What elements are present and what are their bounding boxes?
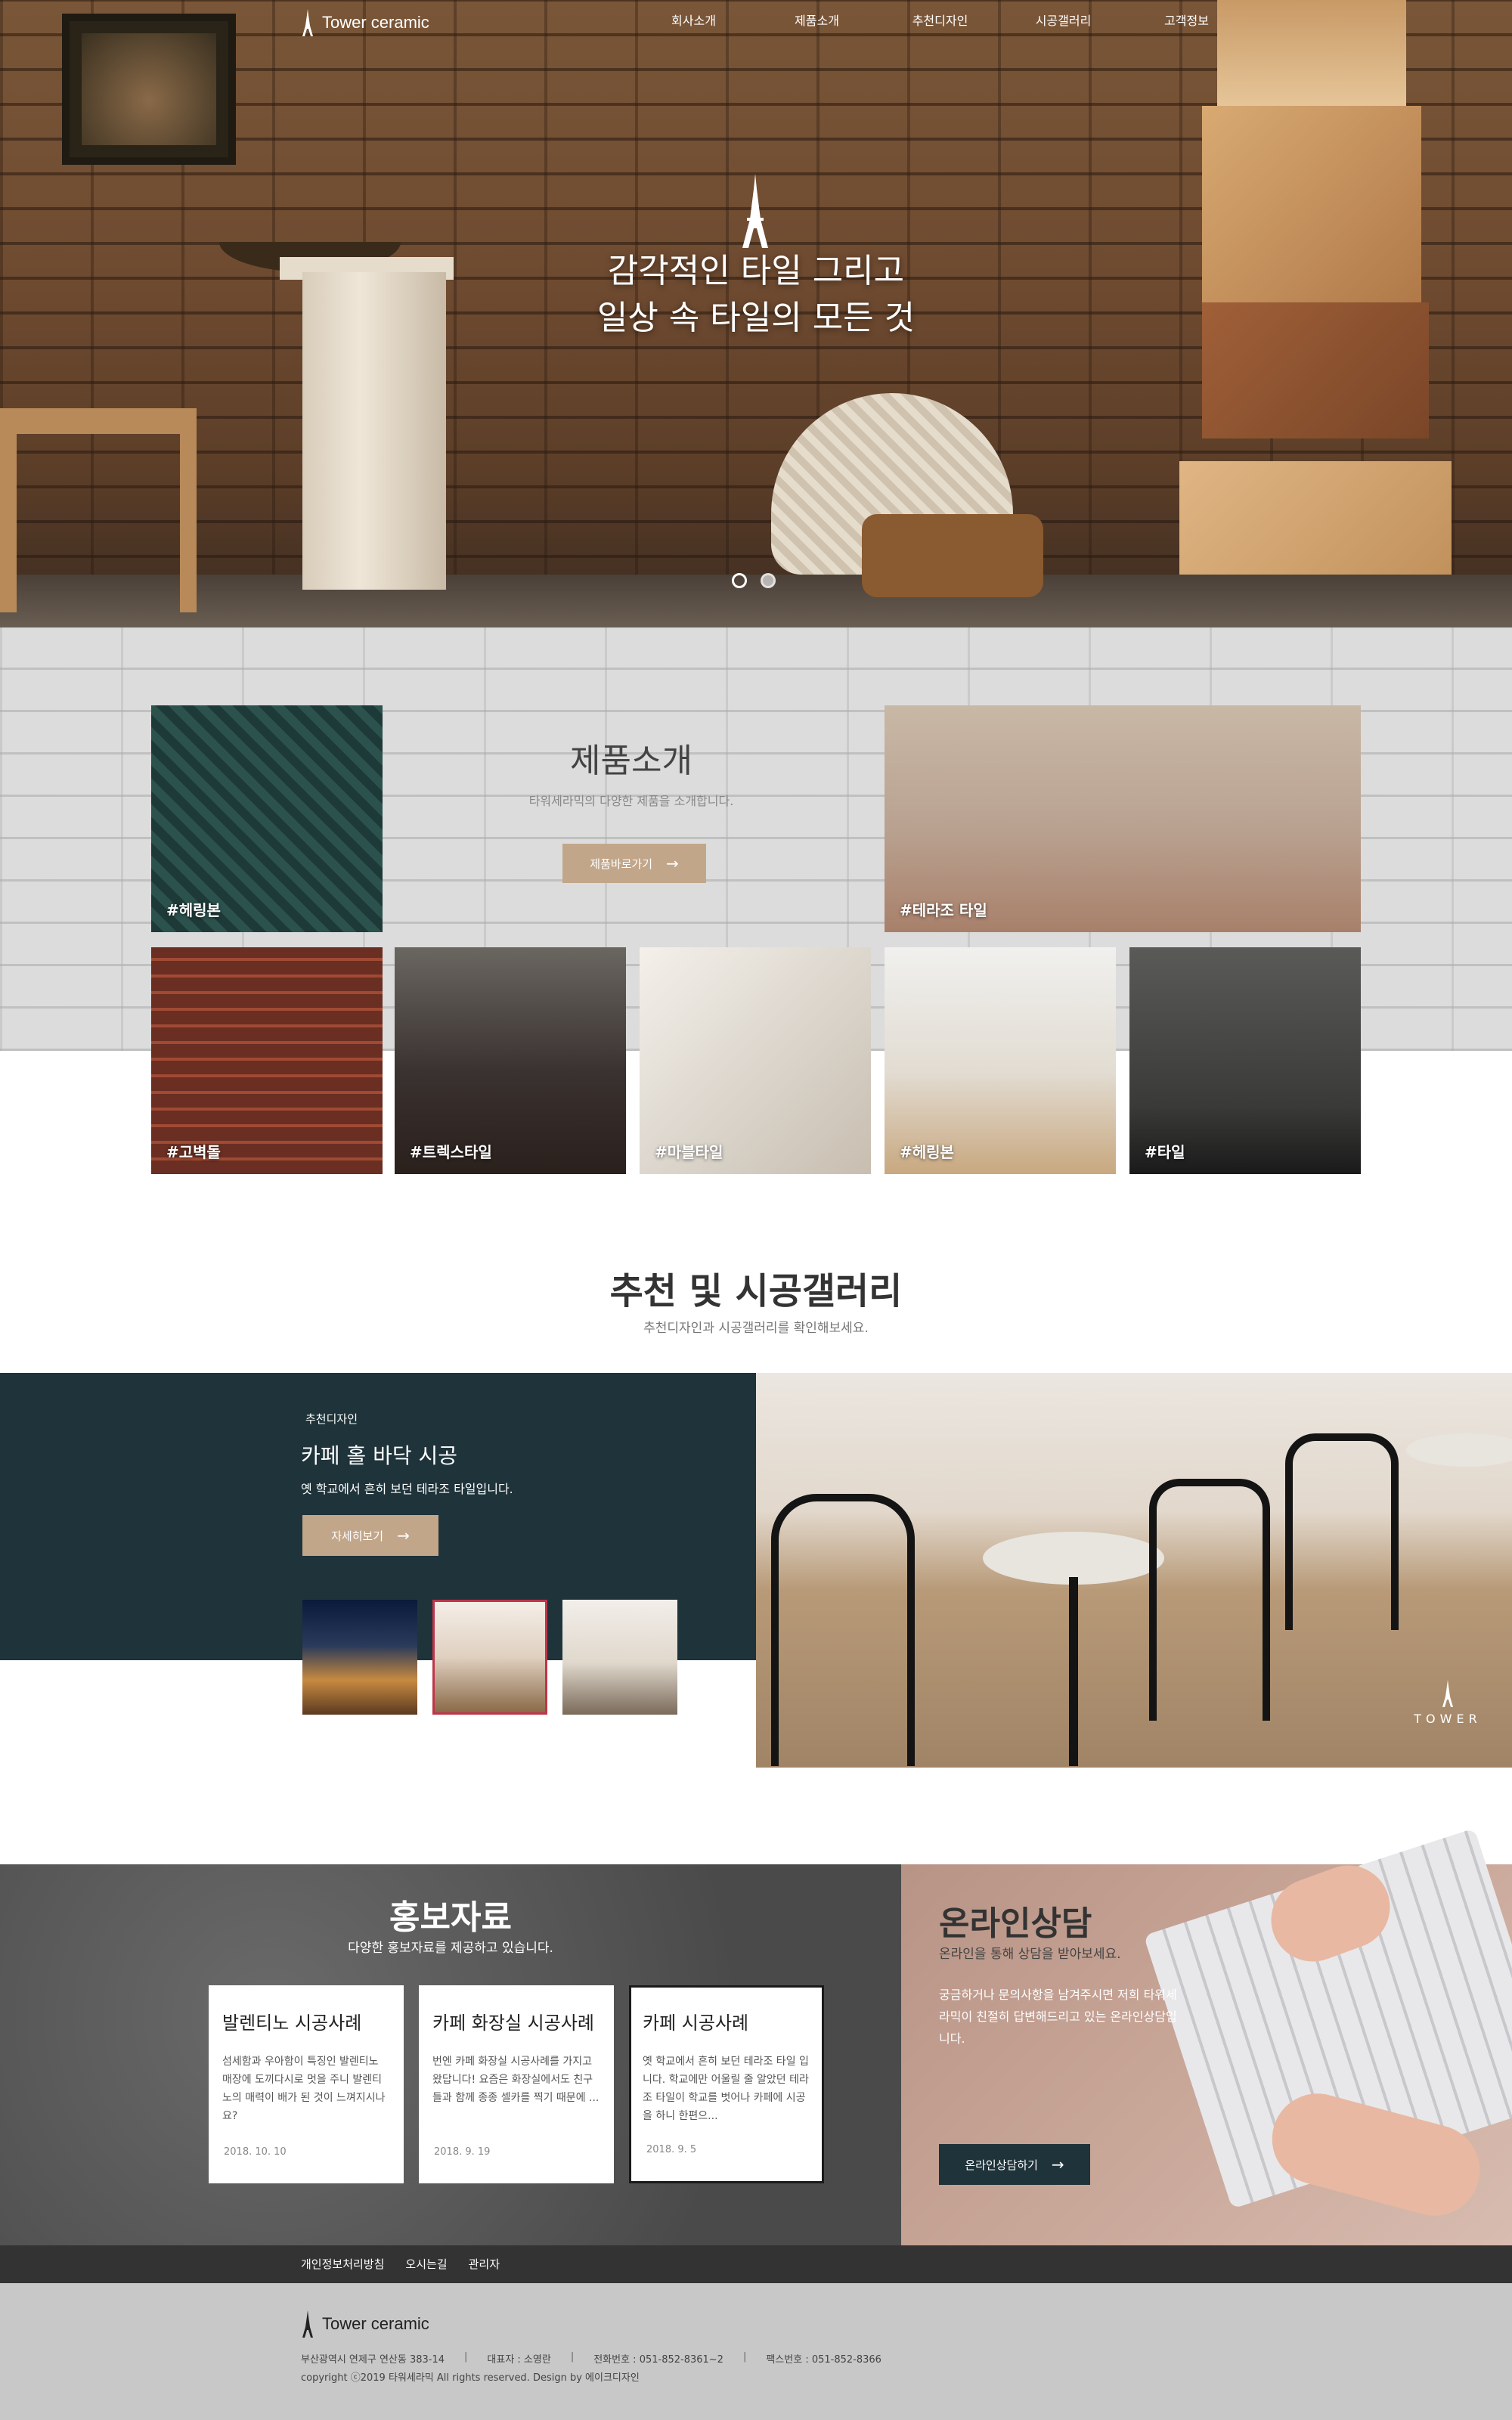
gallery-main-photo <box>756 1373 1512 1768</box>
hero-line-2: 일상 속 타일의 모든 것 <box>596 299 916 337</box>
pr-card-date: 2018. 9. 5 <box>646 2144 697 2155</box>
footer-separator: | <box>570 2351 575 2363</box>
nav-recommended[interactable]: 추천디자인 <box>878 11 1002 29</box>
products-title: 제품소개 <box>570 742 692 780</box>
nav-company[interactable]: 회사소개 <box>632 11 755 29</box>
gallery-title: 추천 및 시공갤러리 <box>609 1270 903 1312</box>
nav-customer[interactable]: 고객정보 <box>1125 11 1248 29</box>
gallery-watermark: TOWER <box>1406 1678 1489 1726</box>
wooden-stool <box>862 514 1043 597</box>
footer-link-admin[interactable]: 관리자 <box>469 2256 500 2272</box>
pr-subtitle: 다양한 홍보자료를 제공하고 있습니다. <box>348 1941 553 1956</box>
tile-label: #고벽돌 <box>166 1143 221 1161</box>
footer-fax: 팩스번호 : 051-852-8366 <box>766 2354 881 2366</box>
gallery-heading: 카페 홀 바닥 시공 <box>301 1443 458 1468</box>
hero-headline: 감각적인 타일 그리고 일상 속 타일의 모든 것 <box>0 248 1512 342</box>
footer-company-info: 부산광역시 연제구 연산동 383-14 | 대표자 : 소영란 | 전화번호 … <box>301 2351 901 2366</box>
nav-products[interactable]: 제품소개 <box>755 11 878 29</box>
tile-label: #테라조 타일 <box>900 901 987 919</box>
cafe-chair <box>1149 1479 1270 1721</box>
gallery-watermark-text: TOWER <box>1414 1712 1482 1726</box>
slider-dot-2[interactable] <box>761 573 776 588</box>
gallery-thumb-2[interactable] <box>432 1600 547 1715</box>
top-navigation: Tower ceramic 회사소개 제품소개 추천디자인 시공갤러리 고객정보 <box>0 0 1512 45</box>
footer-ceo: 대표자 : 소영란 <box>487 2354 551 2366</box>
product-tile-terrazzo[interactable]: #테라조 타일 <box>885 705 1361 932</box>
wooden-chair <box>0 408 197 612</box>
products-go-label: 제품바로가기 <box>590 857 653 871</box>
hero-banner: 감각적인 타일 그리고 일상 속 타일의 모든 것 <box>0 0 1512 627</box>
pr-card-title: 발렌티노 시공사례 <box>222 2013 362 2034</box>
gallery-detail-button[interactable]: 자세히보기 → <box>302 1515 438 1556</box>
gallery-thumb-3[interactable] <box>562 1600 677 1715</box>
brand-name: Tower ceramic <box>322 13 429 32</box>
gallery-detail-label: 자세히보기 <box>331 1529 384 1543</box>
footer-phone: 전화번호 : 051-852-8361~2 <box>593 2354 723 2366</box>
arrow-right-icon: → <box>1051 2155 1064 2174</box>
consult-title: 온라인상담 <box>939 1904 1092 1943</box>
pr-card-date: 2018. 10. 10 <box>224 2146 287 2158</box>
product-tile-herringbone[interactable]: #헤링본 <box>151 705 383 932</box>
product-tile-old-brick[interactable]: #고벽돌 <box>151 947 383 1174</box>
pr-card-date: 2018. 9. 19 <box>434 2146 491 2158</box>
product-tile-herringbone-2[interactable]: #헤링본 <box>885 947 1116 1174</box>
cafe-table <box>1406 1433 1512 1467</box>
products-go-button[interactable]: 제품바로가기 → <box>562 844 706 883</box>
consult-subtitle: 온라인을 통해 상담을 받아보세요. <box>939 1947 1121 1962</box>
gallery-description: 옛 학교에서 흔히 보던 테라조 타일입니다. <box>301 1482 513 1496</box>
pr-card-3[interactable]: 카페 시공사례 옛 학교에서 흔히 보던 테라조 타일 입니다. 학교에만 어울… <box>629 1985 824 2183</box>
brand-logo[interactable]: Tower ceramic <box>301 9 429 36</box>
footer-separator: | <box>464 2351 468 2363</box>
products-subtitle: 타워세라믹의 다양한 제품을 소개합니다. <box>528 794 734 808</box>
cafe-chair <box>771 1494 915 1766</box>
footer-link-directions[interactable]: 오시는길 <box>405 2256 447 2272</box>
pr-card-text: 번엔 카페 화장실 시공사례를 가지고 왔답니다! 요즘은 화장실에서도 친구들… <box>432 2056 600 2104</box>
tile-label: #마블타일 <box>655 1143 723 1161</box>
nav-gallery[interactable]: 시공갤러리 <box>1002 11 1125 29</box>
arrow-right-icon: → <box>666 854 679 872</box>
footer-brand-name: Tower ceramic <box>322 2314 429 2333</box>
gallery-category: 추천디자인 <box>305 1412 358 1426</box>
tile-label: #트렉스타일 <box>410 1143 492 1161</box>
footer-address: 부산광역시 연제구 연산동 383-14 <box>301 2354 445 2366</box>
pr-card-2[interactable]: 카페 화장실 시공사례 번엔 카페 화장실 시공사례를 가지고 왔답니다! 요즘… <box>419 1985 614 2183</box>
tile-label: #헤링본 <box>166 901 221 919</box>
product-tile-tile[interactable]: #타일 <box>1129 947 1361 1174</box>
footer-copyright: copyright ⓒ2019 타워세라믹 All rights reserve… <box>301 2372 640 2384</box>
tower-logo-icon <box>302 9 313 36</box>
pr-card-title: 카페 화장실 시공사례 <box>432 2013 594 2034</box>
consult-button[interactable]: 온라인상담하기 → <box>939 2144 1090 2185</box>
table-leg <box>1069 1577 1078 1766</box>
footer-separator: | <box>742 2351 747 2363</box>
gallery-subtitle: 추천디자인과 시공갤러리를 확인해보세요. <box>643 1321 869 1336</box>
footer-links-bar: 개인정보처리방침 오시는길 관리자 <box>0 2245 1512 2283</box>
wood-block <box>1179 461 1452 590</box>
consult-button-label: 온라인상담하기 <box>965 2158 1038 2172</box>
footer-link-privacy[interactable]: 개인정보처리방침 <box>301 2256 384 2272</box>
tile-label: #헤링본 <box>900 1143 954 1161</box>
tower-emblem-icon <box>742 174 768 248</box>
hero-line-1: 감각적인 타일 그리고 <box>607 252 905 290</box>
cafe-chair <box>1285 1433 1399 1630</box>
pr-title: 홍보자료 <box>389 1898 512 1937</box>
product-tile-trex[interactable]: #트렉스타일 <box>395 947 626 1174</box>
gallery-thumb-1[interactable] <box>302 1600 417 1715</box>
pr-card-text: 섬세함과 우아함이 특징인 발렌티노 매장에 도끼다시로 멋을 주니 발렌티노의… <box>222 2056 386 2122</box>
tile-label: #타일 <box>1145 1143 1185 1161</box>
arrow-right-icon: → <box>397 1526 410 1545</box>
pr-card-text: 옛 학교에서 흔히 보던 테라조 타일 입니다. 학교에만 어울릴 줄 알았던 … <box>643 2056 809 2122</box>
main-menu: 회사소개 제품소개 추천디자인 시공갤러리 고객정보 <box>632 11 1248 29</box>
slider-dot-1[interactable] <box>732 573 747 588</box>
pr-card-title: 카페 시공사례 <box>643 2013 749 2034</box>
tower-logo-icon <box>302 2310 313 2338</box>
consult-text: 궁금하거나 문의사항을 남겨주시면 저희 타워세라믹이 친절히 답변해드리고 있… <box>939 1988 1177 2046</box>
slider-dots <box>732 573 776 588</box>
product-tile-marble[interactable]: #마블타일 <box>640 947 871 1174</box>
footer-logo[interactable]: Tower ceramic <box>301 2310 429 2338</box>
tower-watermark-icon <box>1442 1680 1453 1707</box>
pr-card-1[interactable]: 발렌티노 시공사례 섬세함과 우아함이 특징인 발렌티노 매장에 도끼다시로 멋… <box>209 1985 404 2183</box>
